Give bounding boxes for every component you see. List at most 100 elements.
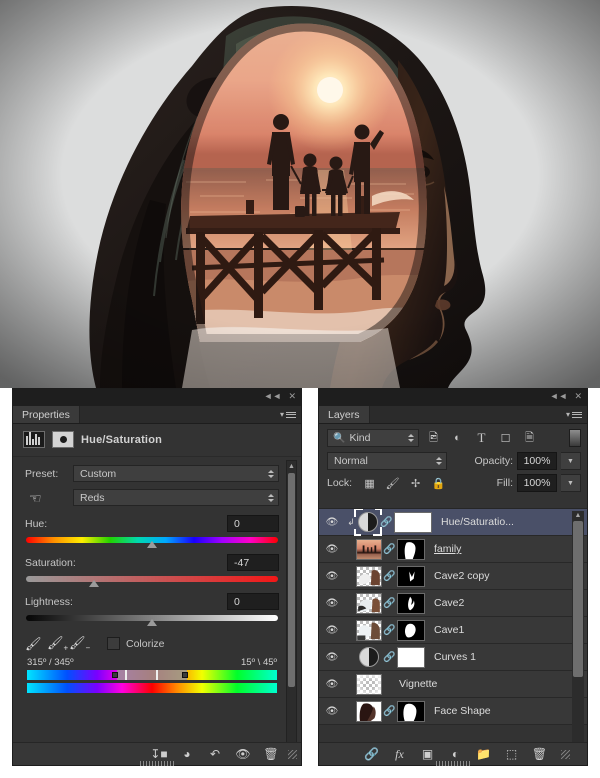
link-thumbnails-icon[interactable]: 🔗 (379, 517, 394, 528)
layer-name[interactable]: Hue/Saturatio... (441, 516, 514, 528)
eyedropper-subtract-icon[interactable]: 🖌− (69, 635, 91, 653)
scroll-up-icon[interactable]: ▲ (287, 461, 296, 472)
link-thumbnails-icon[interactable]: 🔗 (382, 598, 397, 609)
layer-thumbnail[interactable] (356, 647, 382, 667)
toggle-previous-state-icon[interactable]: ◕ (173, 743, 201, 765)
layer-visibility-icon[interactable]: 👁 (319, 679, 345, 690)
layer-visibility-icon[interactable]: 👁 (319, 652, 345, 663)
link-thumbnails-icon[interactable]: 🔗 (382, 571, 397, 582)
eyedropper-add-icon[interactable]: 🖌+ (47, 635, 69, 653)
link-thumbnails-icon[interactable]: 🔗 (382, 544, 397, 555)
range-grip-right[interactable] (182, 671, 188, 678)
layer-visibility-icon[interactable]: 👁 (319, 544, 345, 555)
properties-scrollbar[interactable]: ▲ ▼ (286, 460, 297, 759)
type-layer-filter-icon[interactable]: T (472, 429, 491, 447)
layer-thumbnail[interactable] (356, 700, 382, 722)
tab-properties[interactable]: Properties (13, 406, 80, 423)
layer-mask-thumbnail[interactable] (397, 700, 425, 722)
layer-visibility-icon[interactable]: 👁 (319, 598, 345, 609)
layer-thumbnail[interactable] (356, 538, 382, 560)
close-icon[interactable]: ✕ (574, 392, 582, 401)
adjustment-thumbnail[interactable] (354, 509, 382, 536)
table-row[interactable]: 👁 🔗 family (319, 536, 587, 563)
collapse-panel-icon[interactable]: ◄◄ (550, 392, 568, 401)
saturation-slider-handle[interactable] (88, 580, 99, 587)
preset-select[interactable]: Custom (73, 465, 279, 482)
layer-mask-thumbnail[interactable] (397, 538, 425, 560)
layer-thumbnail[interactable] (356, 619, 382, 641)
delete-layer-icon[interactable]: 🗑 (530, 744, 549, 764)
scroll-up-icon[interactable]: ▲ (572, 511, 584, 521)
smart-object-filter-icon[interactable]: 🗎 (520, 429, 539, 447)
range-grip-left[interactable] (112, 671, 118, 678)
link-thumbnails-icon[interactable]: 🔗 (382, 652, 397, 663)
tab-layers[interactable]: Layers (319, 406, 370, 423)
lock-position-icon[interactable]: ✢ (406, 475, 425, 491)
panel-drag-nub[interactable] (436, 761, 470, 766)
saturation-slider[interactable] (26, 575, 278, 588)
image-canvas[interactable] (0, 0, 600, 388)
new-group-icon[interactable]: 📁 (474, 744, 493, 764)
lightness-value-input[interactable]: 0 (227, 593, 279, 610)
layer-thumbnail[interactable] (356, 673, 382, 695)
reset-icon[interactable]: ↶ (201, 743, 229, 765)
layers-scrollbar[interactable]: ▲ ▼ (572, 511, 584, 763)
scrollbar-thumb[interactable] (573, 521, 583, 678)
layer-visibility-icon[interactable]: 👁 (319, 706, 345, 717)
fill-dropdown-icon[interactable]: ▼ (561, 474, 581, 492)
lock-transparent-pixels-icon[interactable]: ▦ (360, 475, 379, 491)
on-image-adjust-hand-icon[interactable]: ☜ (25, 491, 73, 505)
pixel-layer-filter-icon[interactable]: 🖻 (424, 429, 443, 447)
layer-visibility-icon[interactable]: 👁 (319, 625, 345, 636)
link-layers-icon[interactable]: 🔗 (362, 744, 381, 764)
layer-name[interactable]: Cave2 copy (434, 570, 489, 582)
filter-enable-switch[interactable] (569, 429, 581, 447)
hue-value-input[interactable]: 0 (227, 515, 279, 532)
lock-image-pixels-icon[interactable]: 🖌 (383, 475, 402, 491)
table-row[interactable]: 👁 🔗 Cave2 copy (319, 563, 587, 590)
panel-drag-nub[interactable] (140, 761, 174, 766)
layer-visibility-icon[interactable]: 👁 (319, 571, 345, 582)
adjustment-thumbnail-icon[interactable] (23, 431, 45, 448)
toggle-visibility-icon[interactable]: 👁 (229, 743, 257, 765)
adjustment-layer-filter-icon[interactable]: ◐ (448, 429, 467, 447)
layer-list[interactable]: 👁 ↲ 🔗 Hue/Saturatio... 👁 🔗 family 👁 🔗 Ca… (319, 508, 587, 765)
layer-name[interactable]: Face Shape (434, 705, 491, 717)
layer-mask-thumbnail[interactable] (397, 646, 425, 668)
link-thumbnails-icon[interactable]: 🔗 (382, 625, 397, 636)
eyedropper-icon[interactable]: 🖌 (25, 636, 47, 652)
lightness-slider-handle[interactable] (146, 619, 157, 626)
table-row[interactable]: 👁 ↲ 🔗 Hue/Saturatio... (319, 509, 587, 536)
hue-slider[interactable] (26, 536, 278, 549)
resize-grip[interactable] (288, 749, 297, 759)
close-icon[interactable]: ✕ (288, 392, 296, 401)
link-thumbnails-icon[interactable]: 🔗 (382, 706, 397, 717)
layer-style-fx-icon[interactable]: fx (390, 744, 409, 764)
layers-menu-icon[interactable]: ▾ (566, 410, 582, 420)
colorize-checkbox[interactable] (107, 637, 120, 651)
layer-name[interactable]: Cave1 (434, 624, 464, 636)
scrollbar-thumb[interactable] (288, 473, 295, 687)
fill-input[interactable]: 100% (517, 474, 557, 492)
blend-mode-select[interactable]: Normal (327, 452, 447, 470)
layer-name[interactable]: Vignette (399, 678, 437, 690)
properties-menu-icon[interactable]: ▾ (280, 410, 296, 420)
layer-mask-thumbnail[interactable] (397, 592, 425, 614)
opacity-dropdown-icon[interactable]: ▼ (561, 452, 581, 470)
saturation-value-input[interactable]: -47 (227, 554, 279, 571)
layer-mask-thumbnail[interactable] (394, 511, 432, 533)
layer-mask-thumbnail[interactable] (397, 565, 425, 587)
color-range-bar-top[interactable] (27, 669, 277, 680)
lock-all-icon[interactable]: 🔒 (429, 475, 448, 491)
hue-slider-handle[interactable] (146, 541, 157, 548)
layer-name[interactable]: family (434, 543, 461, 555)
table-row[interactable]: 👁 🔗 Cave1 (319, 617, 587, 644)
layer-name[interactable]: Curves 1 (434, 651, 476, 663)
layer-visibility-icon[interactable]: 👁 (319, 517, 345, 528)
table-row[interactable]: 👁 🔗 Cave2 (319, 590, 587, 617)
layer-thumbnail[interactable] (356, 565, 382, 587)
collapse-panel-icon[interactable]: ◄◄ (264, 392, 282, 401)
channel-select[interactable]: Reds (73, 489, 279, 506)
opacity-input[interactable]: 100% (517, 452, 557, 470)
table-row[interactable]: 👁 🔗 Curves 1 (319, 644, 587, 671)
